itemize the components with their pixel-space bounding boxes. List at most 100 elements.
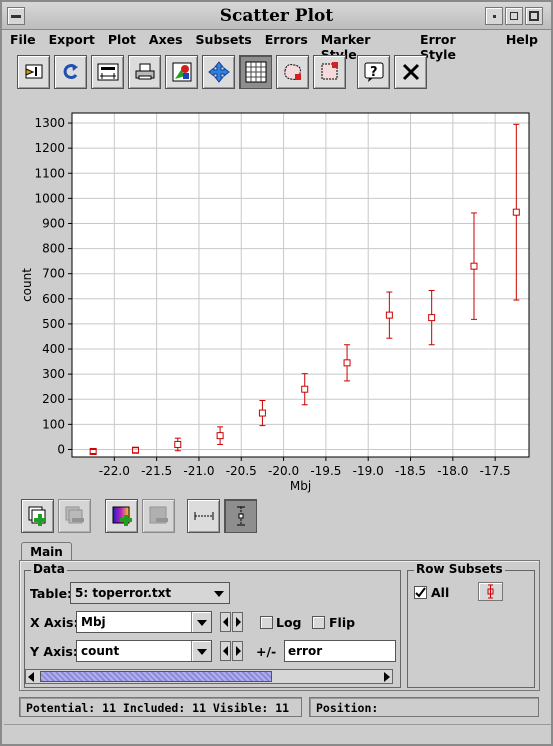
menu-file[interactable]: File [10, 32, 36, 50]
x-axis-next-button[interactable] [232, 612, 243, 632]
horizontal-scrollbar[interactable] [25, 669, 393, 684]
scatter-plot-chart[interactable]: 0 100 200 300 400 500 600 700 800 900 1000 1100 1200… [17, 98, 539, 496]
x-tick-label: -19.0 [353, 464, 384, 478]
density-add-icon [112, 506, 132, 526]
table-select[interactable]: 5: toperror.txt [70, 582, 230, 604]
axis-labels-icon [97, 63, 119, 81]
y-tick-label: 400 [42, 342, 65, 356]
x-error-bar-icon [194, 512, 214, 520]
axis-labels-button[interactable] [91, 55, 124, 89]
subset-from-visible-button[interactable] [313, 55, 346, 89]
y-tick-label: 900 [42, 216, 65, 230]
remove-dataset-button[interactable] [58, 499, 91, 533]
replot-button[interactable] [17, 55, 50, 89]
navigate-icon [208, 61, 230, 83]
chevron-down-icon [209, 583, 229, 603]
plot-frame [71, 112, 530, 458]
table-value: 5: toperror.txt [75, 586, 172, 600]
image-export-icon [172, 62, 192, 82]
close-icon [402, 63, 420, 81]
print-button[interactable] [128, 55, 161, 89]
plot-area[interactable]: 0 100 200 300 400 500 600 700 800 900 1000 1100 1200… [17, 98, 539, 496]
chevron-down-icon [191, 612, 211, 632]
y-errors-button[interactable] [224, 499, 257, 533]
tab-main[interactable]: Main [21, 542, 72, 561]
title-bar[interactable]: Scatter Plot [2, 2, 551, 30]
menu-errors[interactable]: Errors [265, 32, 308, 50]
check-icon [415, 587, 426, 598]
log-checkbox[interactable] [260, 616, 273, 629]
scatter-plot-window: Scatter Plot File Export Plot Axes Subse… [0, 0, 553, 746]
x-tick-label: -22.0 [99, 464, 130, 478]
navigate-button[interactable] [202, 55, 235, 89]
table-label: Table: [30, 586, 73, 601]
subset-style-button[interactable] [478, 582, 503, 601]
add-dataset-button[interactable] [21, 499, 54, 533]
remove-density-button[interactable] [142, 499, 175, 533]
y-tick-label: 1300 [34, 116, 65, 130]
menu-export[interactable]: Export [49, 32, 95, 50]
grid-toggle-button[interactable] [239, 55, 272, 89]
menu-bar: File Export Plot Axes Subsets Errors Mar… [10, 32, 551, 62]
y-tick-label: 300 [42, 367, 65, 381]
y-tick-label: 0 [57, 442, 65, 456]
log-label: Log [276, 615, 302, 630]
row-subsets-title: Row Subsets [414, 562, 505, 576]
all-subset-label: All [431, 585, 450, 600]
x-tick-label: -21.0 [183, 464, 214, 478]
rescale-icon [63, 64, 78, 80]
menu-error-style[interactable]: Error Style [420, 32, 493, 62]
minimize-button[interactable] [485, 7, 503, 25]
scrollbar-thumb[interactable] [40, 671, 272, 682]
y-axis-select[interactable]: count [76, 640, 212, 662]
y-tick-label: 500 [42, 317, 65, 331]
menu-plot[interactable]: Plot [108, 32, 136, 50]
maximize-button[interactable] [505, 7, 523, 25]
grid-icon [245, 61, 267, 83]
help-button[interactable]: ? [357, 55, 390, 89]
flip-checkbox[interactable] [312, 616, 325, 629]
menu-help[interactable]: Help [506, 32, 538, 50]
add-dataset-icon [28, 506, 46, 526]
menu-axes[interactable]: Axes [149, 32, 183, 50]
all-subset-checkbox[interactable] [414, 586, 427, 599]
x-axis-title: Mbj [290, 479, 311, 493]
y-tick-label: 100 [42, 417, 65, 431]
subset-from-region-button[interactable] [276, 55, 309, 89]
image-export-button[interactable] [165, 55, 198, 89]
close-button[interactable] [394, 55, 427, 89]
scroll-right-icon[interactable] [384, 672, 390, 682]
x-tick-label: -17.5 [480, 464, 511, 478]
y-axis-next-button[interactable] [232, 641, 243, 661]
scroll-left-icon[interactable] [28, 672, 34, 682]
rescale-button[interactable] [54, 55, 87, 89]
svg-text:?: ? [370, 65, 378, 80]
y-tick-label: 1000 [34, 191, 65, 205]
y-axis-prev-button[interactable] [220, 641, 231, 661]
error-marker-icon [487, 584, 494, 599]
x-axis-select[interactable]: Mbj [76, 611, 212, 633]
y-tick-label: 800 [42, 242, 65, 256]
x-tick-label: -18.5 [395, 464, 426, 478]
status-counts: Potential: 11 Included: 11 Visible: 11 [19, 697, 302, 717]
y-error-field[interactable]: error [284, 640, 396, 662]
window-title: Scatter Plot [219, 6, 334, 26]
y-axis-title: count [20, 268, 34, 302]
data-group-title: Data [31, 562, 67, 576]
help-icon: ? [364, 62, 384, 82]
x-tick-label: -20.5 [226, 464, 257, 478]
x-errors-button[interactable] [187, 499, 220, 533]
x-axis-value: Mbj [81, 615, 106, 629]
y-tick-label: 200 [42, 392, 65, 406]
y-axis-label: Y Axis: [30, 644, 78, 659]
x-tick-label: -19.5 [310, 464, 341, 478]
close-window-button[interactable] [525, 7, 543, 25]
x-axis-label: X Axis: [30, 615, 79, 630]
menu-marker-style[interactable]: Marker Style [321, 32, 407, 62]
add-density-button[interactable] [105, 499, 138, 533]
y-error-value: error [288, 644, 323, 658]
x-axis-prev-button[interactable] [220, 612, 231, 632]
menu-subsets[interactable]: Subsets [196, 32, 252, 50]
plus-minus-label: +/- [256, 644, 277, 659]
subset-from-region-icon [284, 64, 301, 80]
